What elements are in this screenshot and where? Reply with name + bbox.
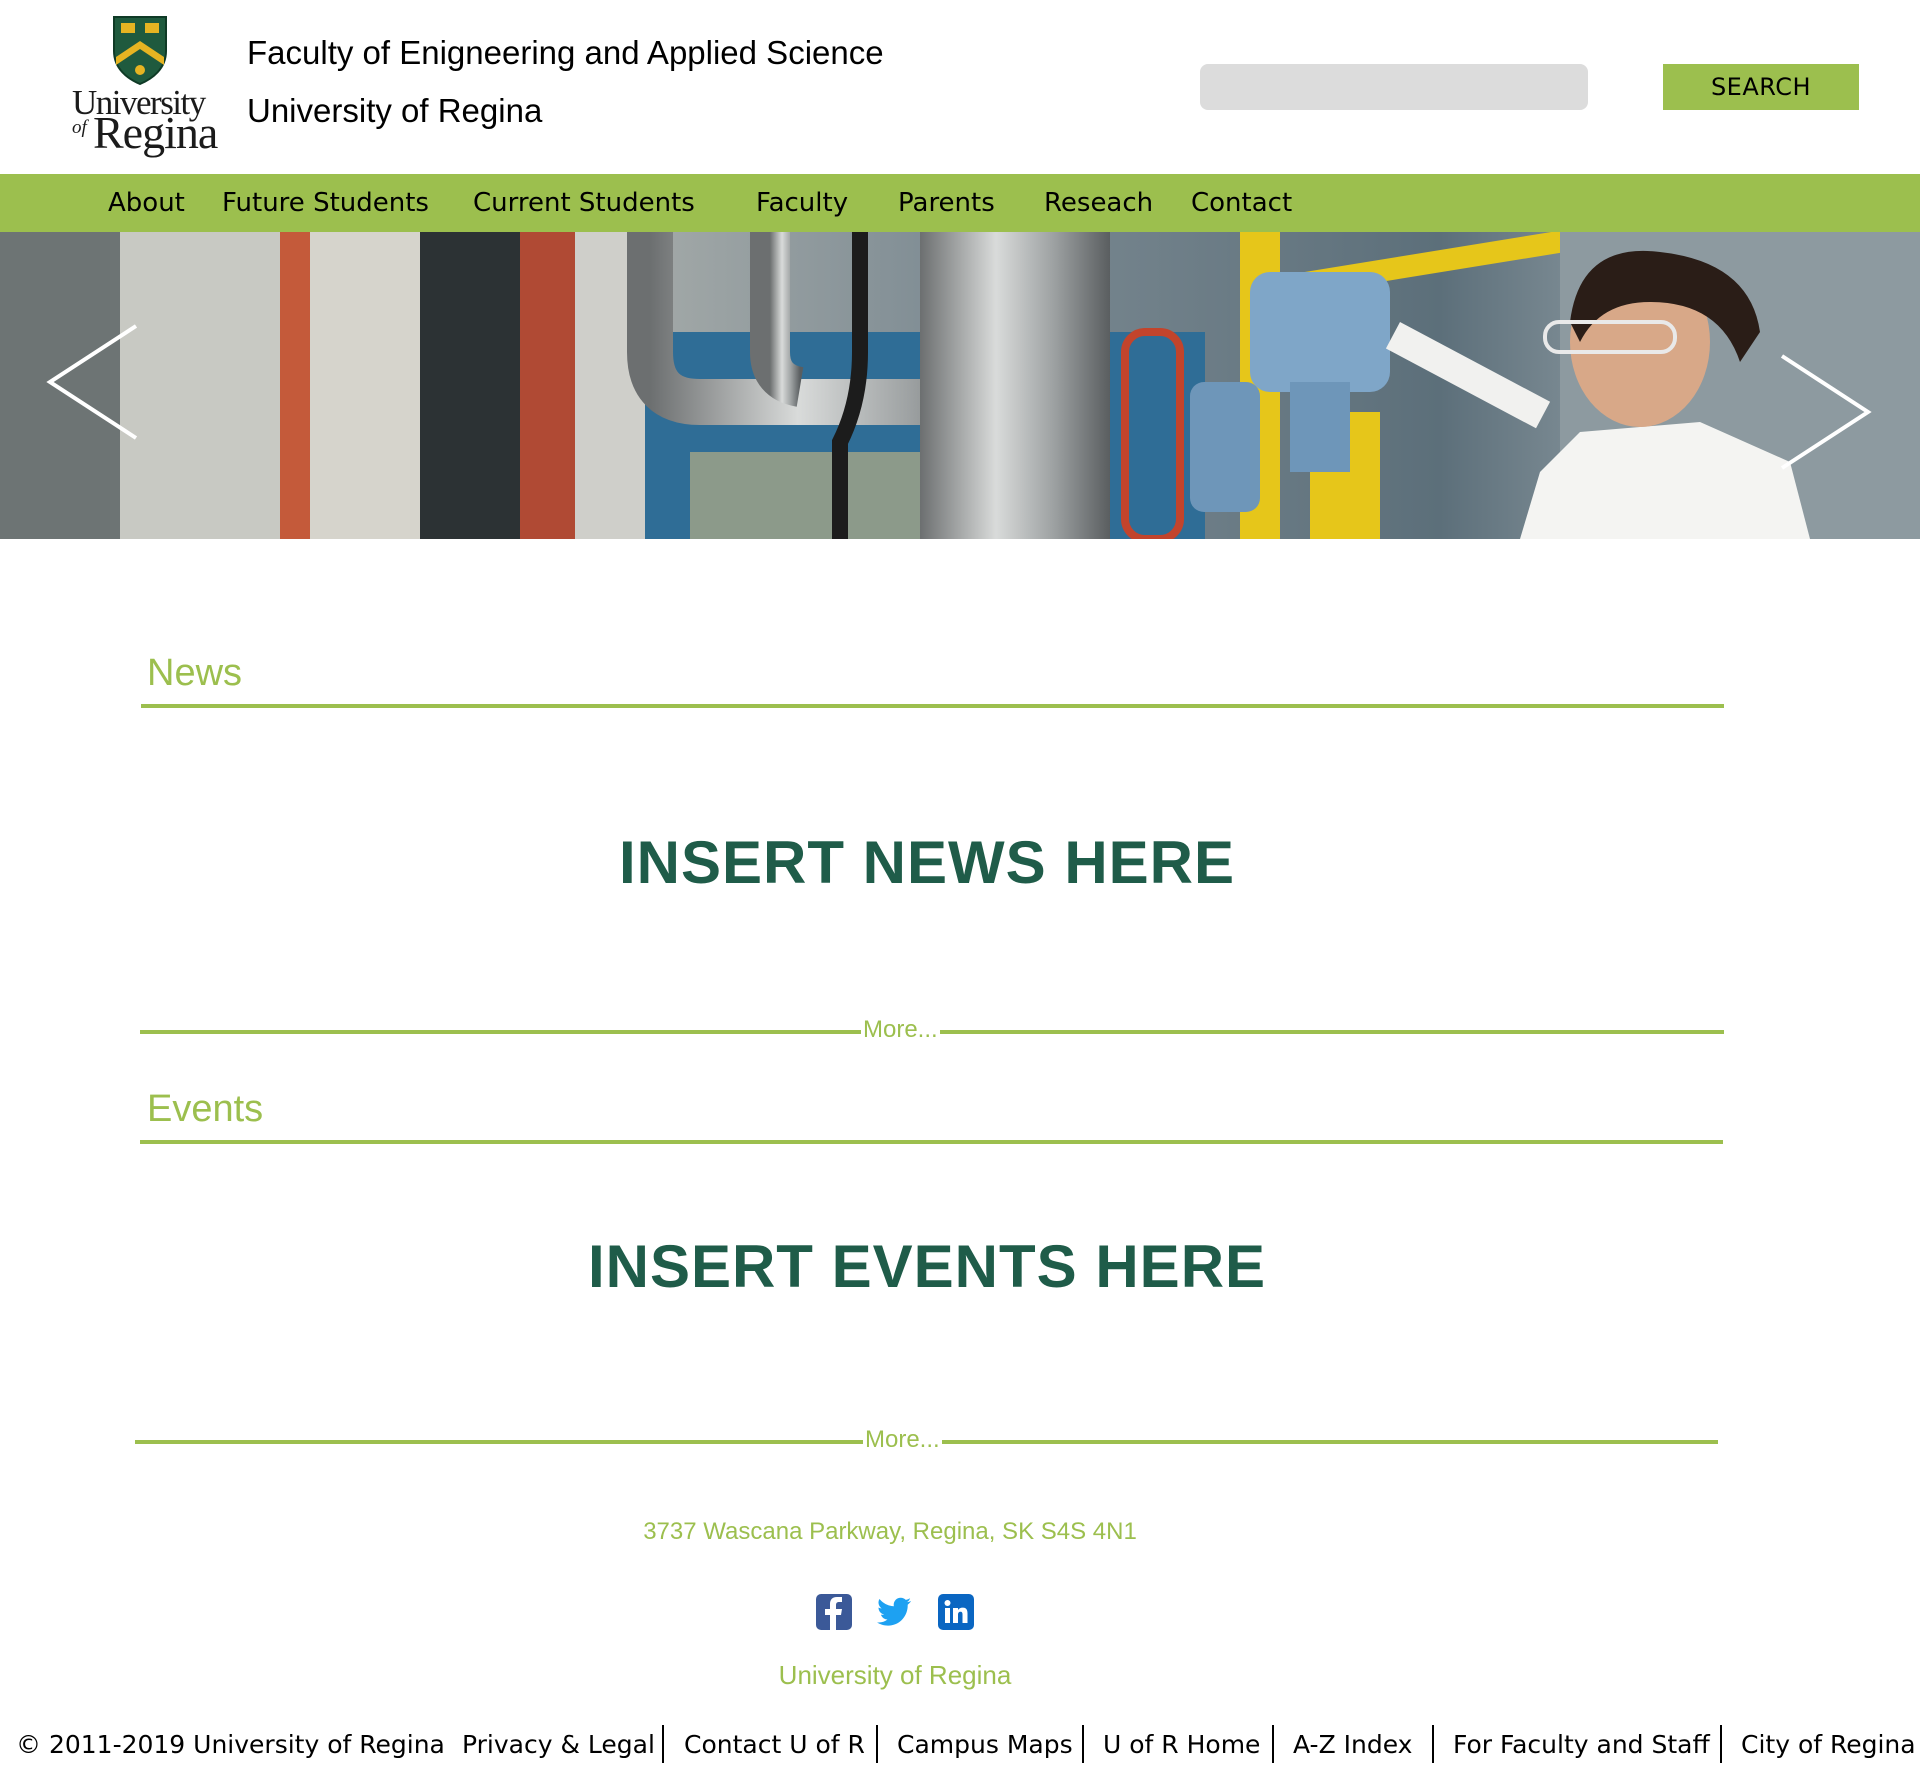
university-title: University of Regina [247,92,543,129]
nav-item-research[interactable]: Reseach [1044,174,1153,232]
footer-link-faculty-staff[interactable]: For Faculty and Staff [1453,1730,1710,1759]
footer-separator [1432,1725,1434,1763]
footer-separator [1272,1725,1274,1763]
footer-link-az-index[interactable]: A-Z Index [1293,1730,1412,1759]
footer-separator [662,1725,664,1763]
footer-separator [1082,1725,1084,1763]
facebook-icon[interactable] [816,1594,852,1630]
footer-link-city-of-regina[interactable]: City of Regina [1741,1730,1916,1759]
news-placeholder: INSERT NEWS HERE [618,829,1236,896]
copyright-text: © 2011-2019 University of Regina [16,1730,445,1759]
hero-carousel[interactable] [0,232,1920,539]
nav-item-contact[interactable]: Contact [1191,174,1292,232]
footer-university-name: University of Regina [778,1660,1012,1690]
main-nav: About Future Students Current Students F… [0,174,1920,232]
footer-link-contact[interactable]: Contact U of R [684,1730,865,1759]
news-heading: News [147,652,243,694]
crest-icon [113,16,167,85]
linkedin-icon[interactable] [938,1594,974,1630]
footer-address: 3737 Wascana Parkway, Regina, SK S4S 4N1 [643,1518,1137,1545]
events-placeholder: INSERT EVENTS HERE [587,1233,1267,1300]
nav-item-current-students[interactable]: Current Students [473,174,695,232]
footer-links-bar: © 2011-2019 University of Regina Privacy… [0,1722,1920,1766]
hero-image [0,232,1920,539]
footer-link-campus-maps[interactable]: Campus Maps [897,1730,1073,1759]
twitter-icon[interactable] [877,1594,913,1630]
footer-link-ur-home[interactable]: U of R Home [1103,1730,1260,1759]
footer-link-privacy[interactable]: Privacy & Legal [462,1730,655,1759]
events-heading: Events [147,1088,264,1130]
footer-separator [876,1725,878,1763]
university-logo[interactable]: University of Regina [70,15,218,165]
news-more-link[interactable]: More... [861,1016,940,1044]
search-button[interactable]: SEARCH [1663,64,1859,110]
chevron-left-icon[interactable] [46,322,140,442]
faculty-title: Faculty of Enigneering and Applied Scien… [247,34,884,71]
nav-item-future-students[interactable]: Future Students [222,174,429,232]
events-more-link[interactable]: More... [863,1426,942,1454]
nav-item-about[interactable]: About [108,174,185,232]
news-divider [141,704,1724,708]
logo-text-of: of [72,117,87,138]
chevron-right-icon[interactable] [1778,352,1872,472]
logo-text-regina: Regina [93,107,218,158]
events-divider [140,1140,1723,1144]
search-input[interactable] [1200,64,1588,110]
nav-item-parents[interactable]: Parents [898,174,995,232]
nav-item-faculty[interactable]: Faculty [756,174,848,232]
footer-separator [1720,1725,1722,1763]
